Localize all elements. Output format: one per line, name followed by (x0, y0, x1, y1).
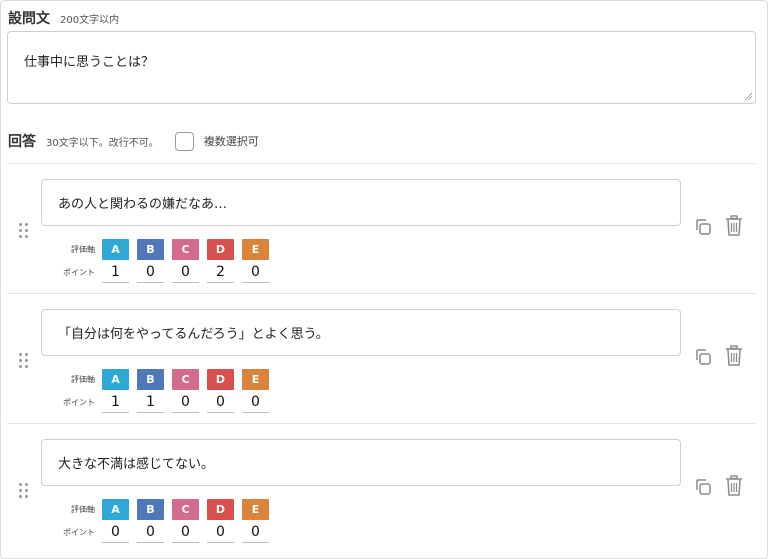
answer-row: 評価軸ポイントABCDE11000 (7, 293, 756, 423)
axis-badge-b: B (137, 239, 164, 260)
axis-badge-c: C (172, 239, 199, 260)
point-input-b[interactable]: 0 (137, 261, 164, 283)
delete-button[interactable] (723, 475, 745, 497)
drag-handle-icon[interactable] (19, 483, 29, 499)
answer-text-input[interactable] (41, 179, 681, 226)
points-row: 00000 (102, 521, 277, 543)
axis-badge-c: C (172, 499, 199, 520)
question-textarea-container (7, 31, 756, 104)
axis-badge-d: D (207, 239, 234, 260)
axis-badges: ABCDE (102, 369, 277, 390)
copy-icon (696, 219, 711, 235)
axis-label: 評価軸 (71, 245, 95, 254)
trash-icon (726, 475, 742, 496)
points-label: ポイント (63, 268, 95, 277)
point-input-d[interactable]: 2 (207, 261, 234, 283)
axis-badge-e: E (242, 499, 269, 520)
point-input-b[interactable]: 0 (137, 521, 164, 543)
point-input-b[interactable]: 1 (137, 391, 164, 413)
delete-button[interactable] (723, 215, 745, 237)
answers-title: 回答 (8, 134, 36, 150)
axis-badge-c: C (172, 369, 199, 390)
multi-select-label[interactable]: 複数選択可 (204, 133, 259, 149)
question-title: 設問文 (8, 11, 50, 27)
answers-hint: 30文字以下。改行不可。 (46, 137, 159, 149)
axis-badge-a: A (102, 239, 129, 260)
copy-button[interactable] (692, 476, 714, 498)
copy-icon (696, 349, 711, 365)
answer-row: 評価軸ポイントABCDE10020 (7, 163, 756, 293)
points-row: 11000 (102, 391, 277, 413)
point-input-c[interactable]: 0 (172, 391, 199, 413)
axis-badge-a: A (102, 499, 129, 520)
axis-label: 評価軸 (71, 375, 95, 384)
point-input-e[interactable]: 0 (242, 521, 269, 543)
answer-text-input[interactable] (41, 309, 681, 356)
points-row: 10020 (102, 261, 277, 283)
multi-select-checkbox[interactable] (174, 131, 194, 151)
question-textarea[interactable] (8, 32, 755, 103)
point-input-c[interactable]: 0 (172, 261, 199, 283)
axis-badges: ABCDE (102, 499, 277, 520)
resize-grip-icon[interactable] (744, 92, 752, 100)
point-input-a[interactable]: 1 (102, 391, 129, 413)
point-input-e[interactable]: 0 (242, 261, 269, 283)
answer-row: 評価軸ポイントABCDE00000 (7, 423, 756, 553)
copy-button[interactable] (692, 216, 714, 238)
drag-handle-icon[interactable] (19, 223, 29, 239)
axis-badge-d: D (207, 499, 234, 520)
axis-label: 評価軸 (71, 505, 95, 514)
trash-icon (726, 215, 742, 236)
question-hint: 200文字以内 (60, 15, 120, 26)
points-label: ポイント (63, 398, 95, 407)
axis-badge-e: E (242, 239, 269, 260)
axis-badge-e: E (242, 369, 269, 390)
question-header: 設問文 200文字以内 (8, 8, 119, 28)
answers-header: 回答 30文字以下。改行不可。 複数選択可 (8, 131, 259, 151)
axis-badge-a: A (102, 369, 129, 390)
points-label: ポイント (63, 528, 95, 537)
copy-button[interactable] (692, 346, 714, 368)
axis-badge-b: B (137, 499, 164, 520)
point-input-d[interactable]: 0 (207, 391, 234, 413)
answer-text-input[interactable] (41, 439, 681, 486)
point-input-a[interactable]: 0 (102, 521, 129, 543)
point-input-e[interactable]: 0 (242, 391, 269, 413)
point-input-c[interactable]: 0 (172, 521, 199, 543)
point-input-a[interactable]: 1 (102, 261, 129, 283)
copy-icon (696, 479, 711, 495)
axis-badges: ABCDE (102, 239, 277, 260)
drag-handle-icon[interactable] (19, 353, 29, 369)
axis-badge-b: B (137, 369, 164, 390)
delete-button[interactable] (723, 345, 745, 367)
trash-icon (726, 345, 742, 366)
axis-badge-d: D (207, 369, 234, 390)
answers-list: 評価軸ポイントABCDE10020評価軸ポイントABCDE11000評価軸ポイン… (7, 163, 756, 553)
point-input-d[interactable]: 0 (207, 521, 234, 543)
